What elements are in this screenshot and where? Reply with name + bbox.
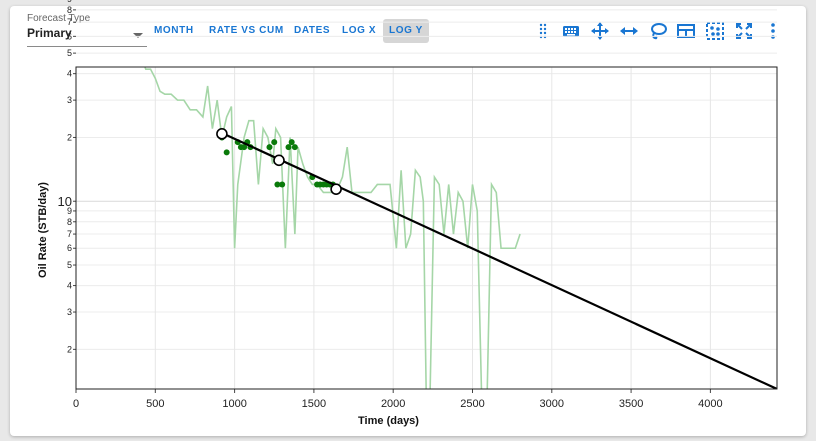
forecast-decline-line [221, 131, 777, 389]
x-tick-label: 1000 [222, 398, 246, 410]
selected-data-point[interactable] [288, 139, 295, 146]
history-rate-line [144, 67, 521, 389]
selected-data-point[interactable] [279, 181, 286, 188]
y-tick-label: 6 [67, 31, 72, 41]
forecast-handle[interactable] [330, 183, 342, 195]
y-tick-label: 9 [67, 0, 72, 4]
selected-data-point[interactable] [285, 144, 292, 151]
y-tick-label: 8 [67, 5, 72, 15]
x-axis-label: Time (days) [358, 415, 419, 427]
decline-curve-chart[interactable]: 23456789102345678910²2305001000150020002… [0, 0, 816, 441]
x-tick-label: 0 [73, 398, 79, 410]
forecast-handle[interactable] [216, 128, 228, 140]
y-tick-label: 5 [67, 260, 72, 270]
y-tick-label: 5 [67, 48, 72, 58]
x-tick-label: 2500 [460, 398, 484, 410]
selected-data-point[interactable] [223, 149, 230, 156]
selected-data-point[interactable] [291, 144, 298, 151]
y-axis-label: Oil Rate (STB/day) [37, 182, 49, 278]
y-tick-label: 2 [67, 344, 72, 354]
x-tick-label: 3500 [619, 398, 643, 410]
x-tick-label: 2000 [381, 398, 405, 410]
y-tick-label: 4 [67, 281, 72, 291]
y-tick-label: 2 [67, 132, 72, 142]
y-tick-label: 8 [67, 217, 72, 227]
x-tick-label: 3000 [540, 398, 564, 410]
y-tick-label: 3 [67, 307, 72, 317]
y-tick-label: 3 [67, 95, 72, 105]
y-tick-label: 6 [67, 243, 72, 253]
y-tick-label: 4 [67, 69, 72, 79]
selected-data-point[interactable] [266, 144, 273, 151]
y-tick-label: 10 [58, 194, 72, 209]
x-tick-label: 4000 [698, 398, 722, 410]
x-tick-label: 1500 [302, 398, 326, 410]
forecast-handle[interactable] [273, 154, 285, 167]
y-tick-label: 7 [67, 17, 72, 27]
y-tick-label: 7 [67, 229, 72, 239]
x-tick-label: 500 [146, 398, 164, 410]
selected-data-point[interactable] [271, 139, 278, 146]
